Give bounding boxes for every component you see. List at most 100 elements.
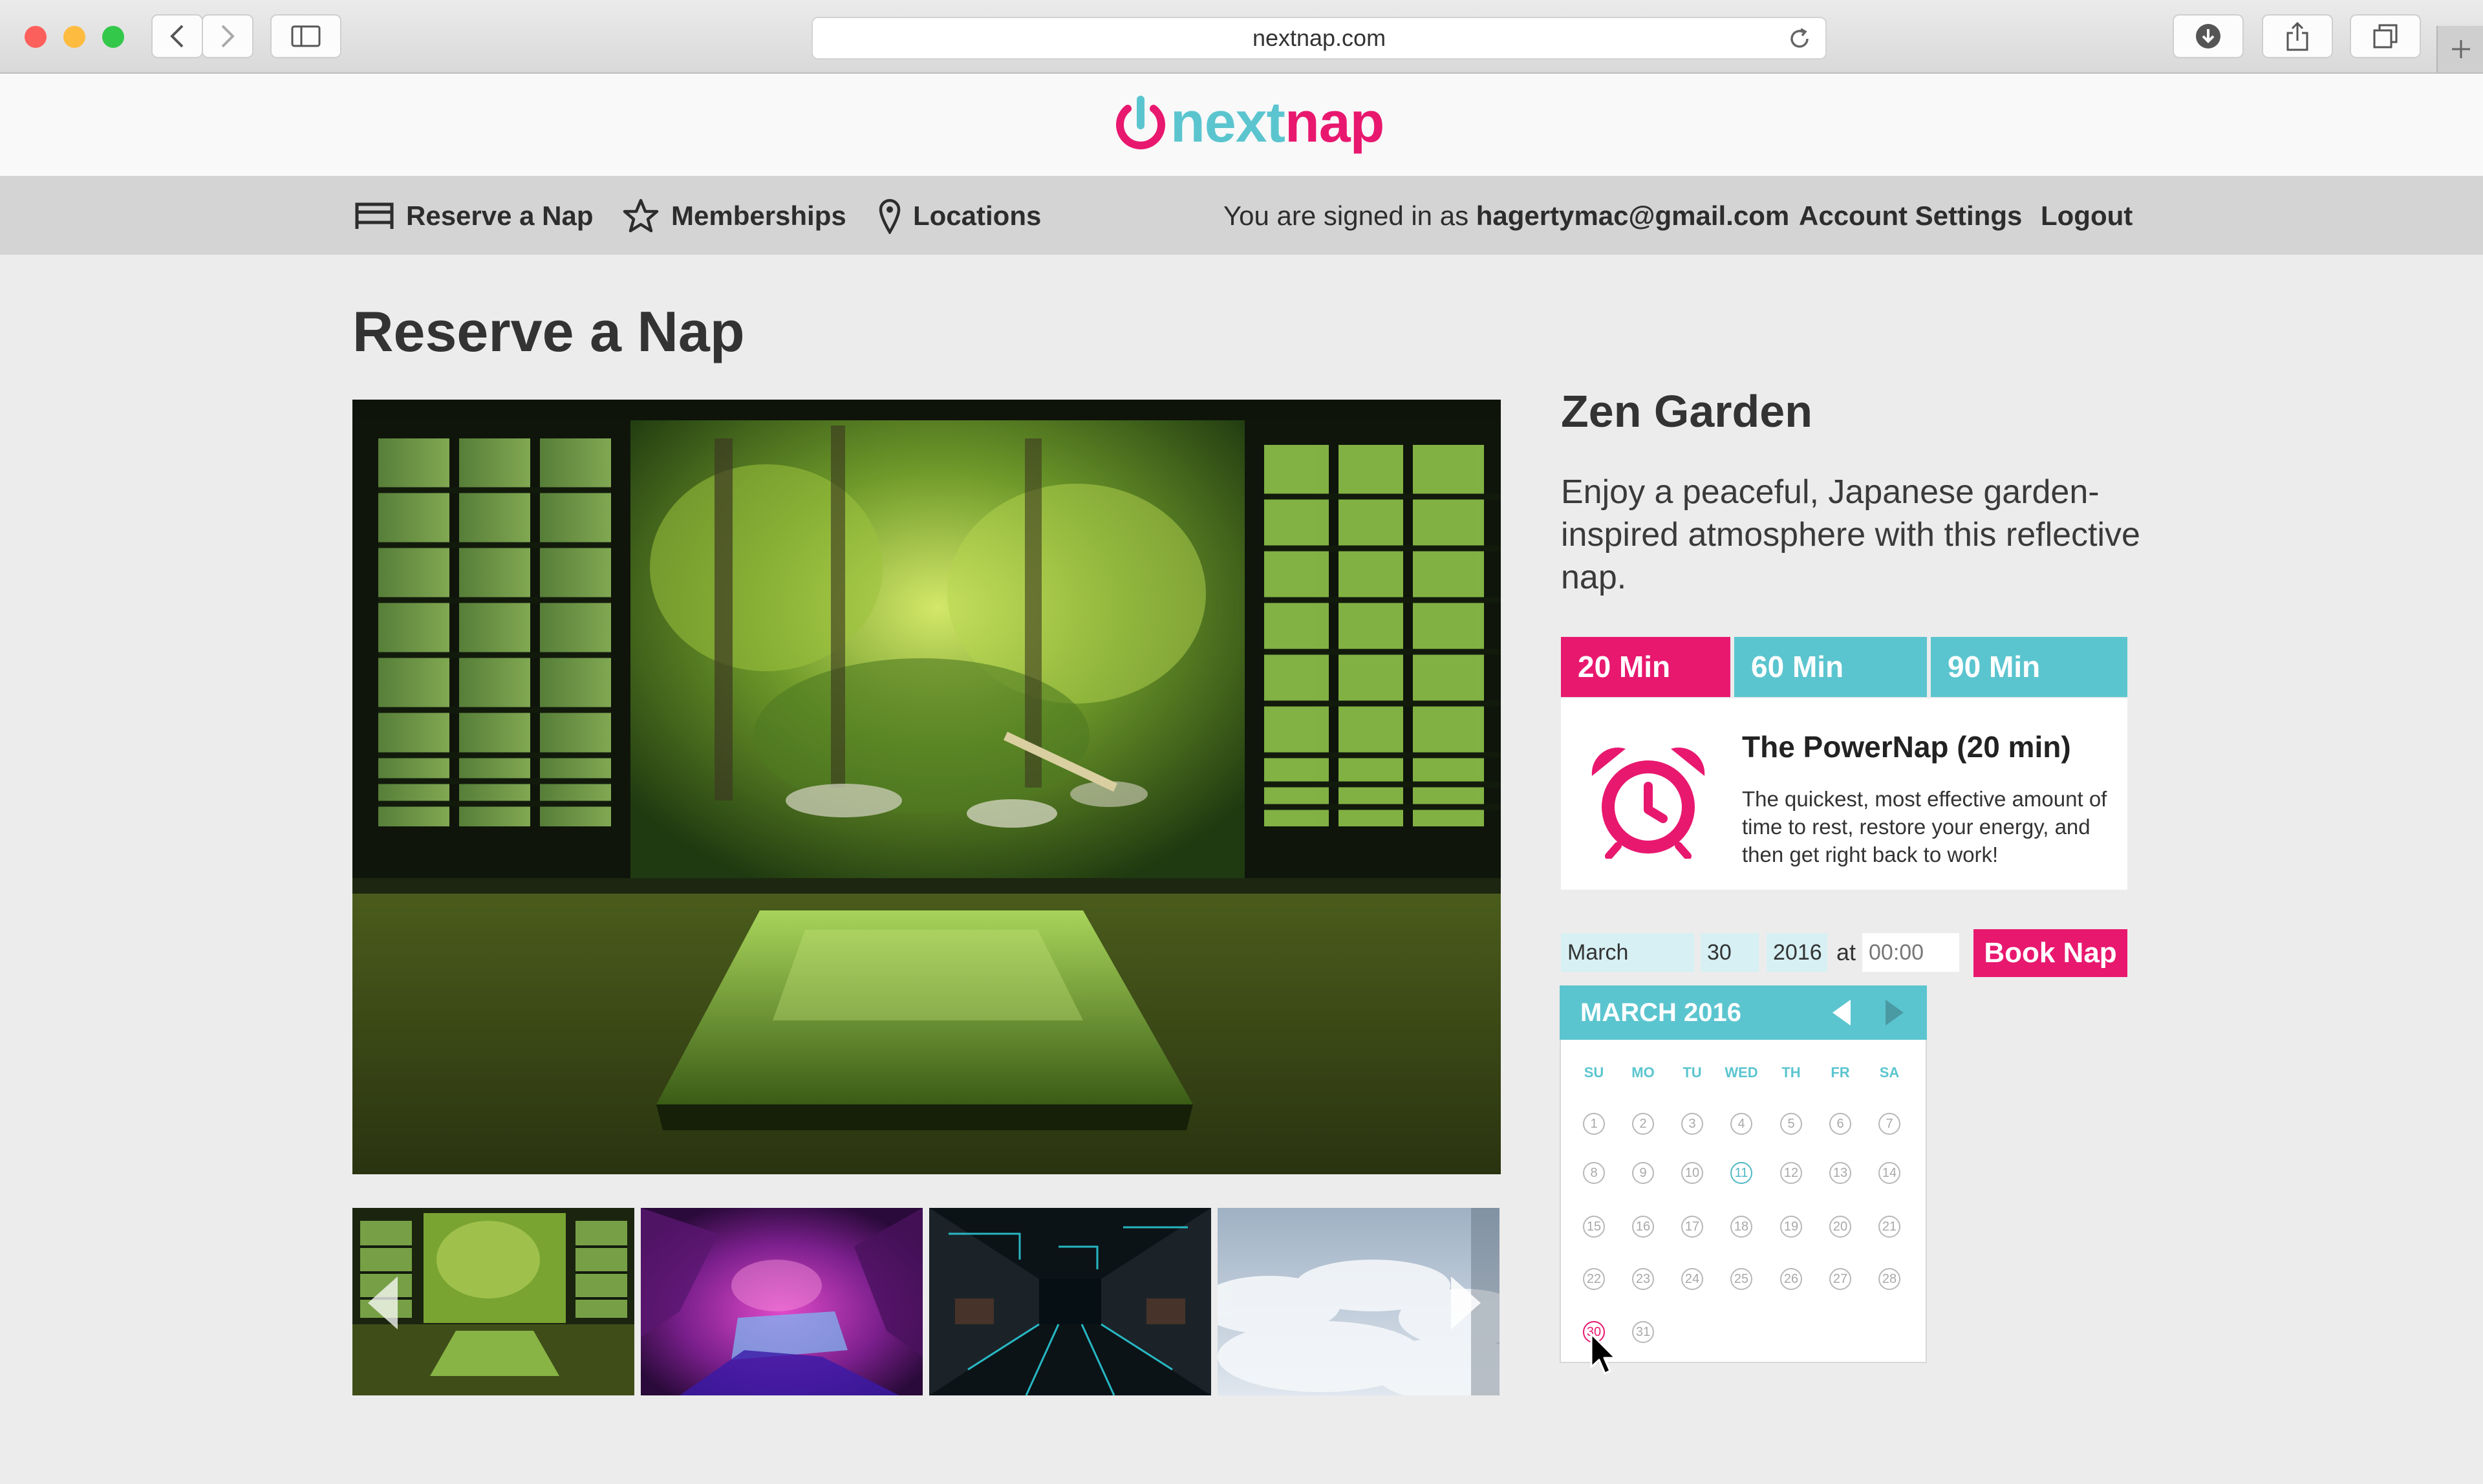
share-icon (2286, 21, 2308, 51)
bed-icon (355, 202, 394, 229)
back-button[interactable] (151, 14, 203, 58)
time-field[interactable]: 00:00 pm (1862, 933, 1959, 1004)
duration-tab-60[interactable]: 60 Min (1734, 637, 1927, 697)
reload-icon[interactable] (1788, 27, 1811, 50)
address-bar[interactable]: nextnap.com (812, 17, 1827, 59)
plus-icon (2452, 40, 2470, 58)
share-button[interactable] (2262, 14, 2333, 58)
calendar-day[interactable]: 13 (1829, 1162, 1851, 1184)
calendar-day[interactable]: 24 (1681, 1268, 1703, 1290)
weekday-label: MO (1631, 1064, 1655, 1081)
nav-locations[interactable]: Locations (878, 197, 1041, 235)
calendar-day[interactable]: 10 (1681, 1162, 1703, 1184)
sidebar-icon (291, 25, 321, 47)
calendar-day[interactable]: 27 (1829, 1268, 1851, 1290)
alarm-clock-icon (1591, 747, 1705, 859)
zoom-window-button[interactable] (102, 26, 124, 48)
minimize-window-button[interactable] (63, 26, 85, 48)
nav-label: Memberships (671, 200, 846, 231)
weekday-label: SU (1584, 1064, 1604, 1081)
nap-card-description: The quickest, most effective amount of t… (1742, 787, 2107, 866)
calendar-day[interactable]: 19 (1780, 1216, 1802, 1238)
calendar-day[interactable]: 16 (1632, 1216, 1654, 1238)
nav-memberships[interactable]: Memberships (622, 197, 846, 235)
weekday-label: SA (1879, 1064, 1900, 1081)
room-hero-image (352, 400, 1501, 1174)
downloads-button[interactable] (2173, 14, 2244, 58)
calendar-day[interactable]: 7 (1878, 1113, 1900, 1135)
calendar-day[interactable]: 2 (1632, 1113, 1654, 1135)
calendar-day[interactable]: 9 (1632, 1162, 1654, 1184)
site-logo[interactable]: nextnap (1170, 89, 1384, 155)
nav-reserve-a-nap[interactable]: Reserve a Nap (354, 197, 594, 235)
calendar-day[interactable]: 25 (1730, 1268, 1752, 1290)
calendar-day[interactable]: 12 (1780, 1162, 1802, 1184)
logout-link[interactable]: Logout (2041, 197, 2133, 235)
neon-corridor-thumbnail (929, 1208, 1211, 1395)
nav-label: Locations (913, 200, 1042, 231)
calendar-day[interactable]: 6 (1829, 1113, 1851, 1135)
at-label: at (1836, 939, 1856, 965)
forward-button[interactable] (202, 14, 253, 58)
duration-tab-20[interactable]: 20 Min (1561, 637, 1730, 697)
chevron-right-icon (221, 25, 235, 48)
power-logo-icon[interactable] (1112, 96, 1169, 153)
calendar-day[interactable]: 3 (1681, 1113, 1703, 1135)
star-icon (623, 199, 659, 233)
thumbnail-crystal-cave[interactable] (641, 1208, 923, 1395)
close-window-button[interactable] (25, 26, 47, 48)
year-field[interactable]: 2016 (1767, 933, 1827, 972)
map-pin-icon (879, 199, 901, 234)
calendar-day[interactable]: 23 (1632, 1268, 1654, 1290)
weekday-label: FR (1831, 1064, 1850, 1081)
calendar-month-title: MARCH 2016 (1580, 998, 1741, 1027)
calendar-day[interactable]: 15 (1583, 1216, 1605, 1238)
crystal-cave-thumbnail (641, 1208, 923, 1395)
tabs-overview-button[interactable] (2350, 14, 2421, 58)
calendar-prev-month-icon[interactable] (1830, 998, 1853, 1027)
signed-in-prefix: You are signed in as (1223, 200, 1469, 231)
new-tab-button[interactable] (2436, 26, 2483, 72)
calendar-day[interactable]: 4 (1730, 1113, 1752, 1135)
book-nap-button[interactable]: Book Nap (1973, 929, 2127, 977)
calendar-day[interactable]: 26 (1780, 1268, 1802, 1290)
account-settings-link[interactable]: Account Settings (1799, 197, 2022, 235)
weekday-label: TH (1781, 1064, 1801, 1081)
calendar-day[interactable]: 31 (1632, 1321, 1654, 1343)
weekday-label: WED (1725, 1064, 1758, 1081)
calendar-day[interactable]: 5 (1780, 1113, 1802, 1135)
zen-garden-photo (352, 400, 1501, 1174)
calendar-day[interactable]: 20 (1829, 1216, 1851, 1238)
calendar-day[interactable]: 8 (1583, 1162, 1605, 1184)
calendar-day[interactable]: 1 (1583, 1113, 1605, 1135)
signed-in-status: You are signed in as hagertymac@gmail.co… (1223, 197, 1789, 235)
calendar-next-month-icon[interactable] (1883, 998, 1906, 1027)
calendar-day[interactable]: 11 (1730, 1162, 1752, 1184)
mouse-cursor-icon (1590, 1333, 1617, 1375)
logo-nap: nap (1284, 90, 1384, 154)
duration-tab-90[interactable]: 90 Min (1931, 637, 2127, 697)
calendar-day[interactable]: 17 (1681, 1216, 1703, 1238)
nap-card-title: The PowerNap (20 min) (1742, 730, 2071, 764)
calendar-day[interactable]: 14 (1878, 1162, 1900, 1184)
chevron-left-icon (170, 25, 184, 48)
room-title: Zen Garden (1561, 386, 1812, 436)
weekday-label: TU (1682, 1064, 1702, 1081)
url-text: nextnap.com (1252, 25, 1386, 51)
sidebar-toggle-button[interactable] (270, 14, 341, 58)
calendar-day[interactable]: 22 (1583, 1268, 1605, 1290)
thumbnail-neon-corridor[interactable] (929, 1208, 1211, 1395)
signed-in-email: hagertymac@gmail.com (1476, 200, 1790, 231)
carousel-next-arrow[interactable] (1448, 1274, 1483, 1332)
tabs-icon (2373, 24, 2398, 48)
logo-next: next (1170, 90, 1285, 154)
month-field[interactable]: March (1561, 933, 1694, 972)
day-field[interactable]: 30 (1701, 933, 1759, 972)
calendar-day[interactable]: 28 (1878, 1268, 1900, 1290)
page-title: Reserve a Nap (352, 299, 745, 363)
calendar-day[interactable]: 18 (1730, 1216, 1752, 1238)
download-icon (2196, 24, 2220, 48)
room-description: Enjoy a peaceful, Japanese garden-inspir… (1561, 473, 2140, 596)
carousel-prev-arrow[interactable] (365, 1274, 400, 1332)
calendar-day[interactable]: 21 (1878, 1216, 1900, 1238)
